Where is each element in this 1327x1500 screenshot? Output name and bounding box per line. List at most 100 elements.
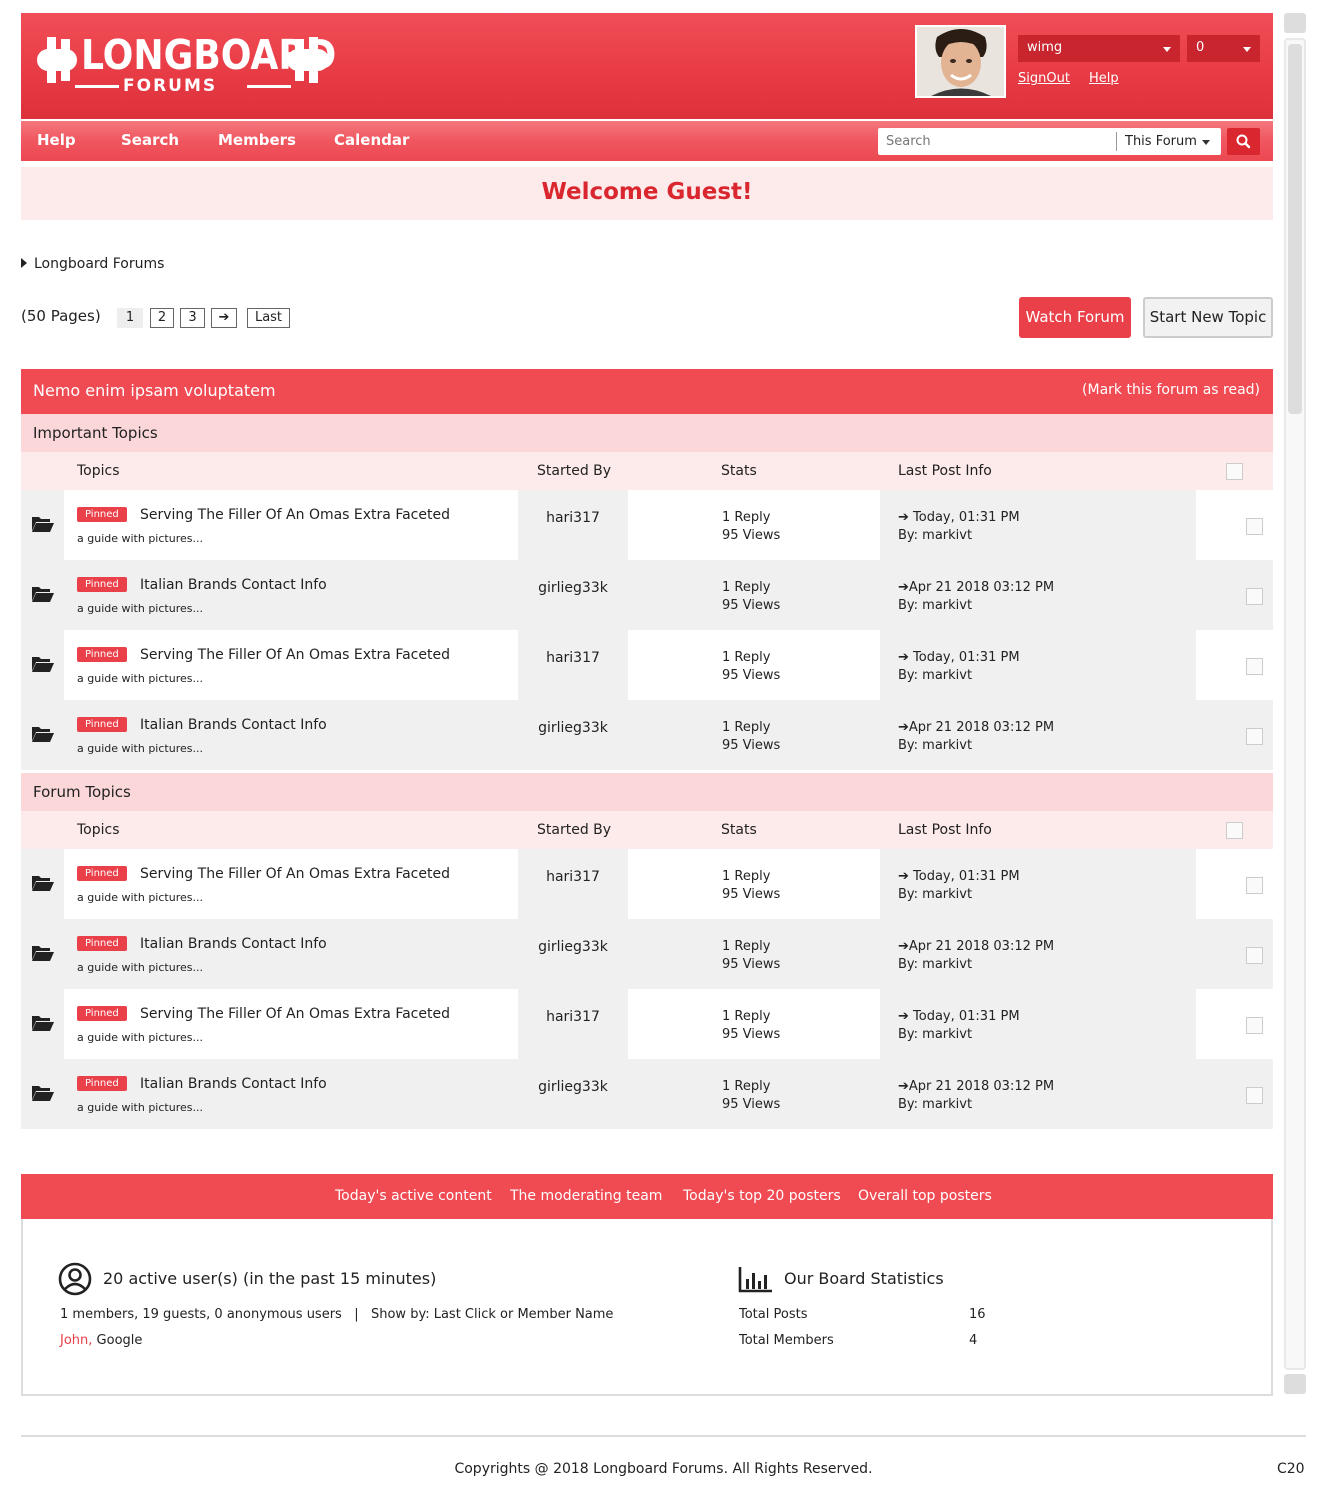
topic-select-checkbox[interactable] — [1246, 877, 1263, 894]
site-logo[interactable]: LONGBOARD FORUMS — [37, 31, 336, 97]
topic-title-link[interactable]: Serving The Filler Of An Omas Extra Face… — [140, 866, 450, 882]
reply-count: 1 Reply — [722, 869, 771, 884]
folder-open-icon — [32, 876, 54, 891]
topic-icon-cell — [21, 560, 64, 630]
topic-icon-cell — [21, 490, 64, 560]
member-link[interactable]: Google — [92, 1333, 143, 1348]
nav-help[interactable]: Help — [37, 131, 76, 149]
topic-cell: Pinned Italian Brands Contact Info a guide… — [64, 919, 518, 989]
page-3[interactable]: 3 — [180, 308, 205, 328]
watch-forum-button[interactable]: Watch Forum — [1019, 297, 1131, 338]
top-20-posters-link[interactable]: Today's top 20 posters — [683, 1188, 841, 1204]
select-all-checkbox[interactable] — [1226, 463, 1243, 480]
page-1[interactable]: 1 — [117, 308, 143, 328]
last-post-cell: ➔ Today, 01:31 PM By: markivt — [880, 849, 1196, 919]
starter-link[interactable]: hari317 — [518, 869, 628, 885]
mark-forum-read-link[interactable]: (Mark this forum as read) — [1082, 382, 1260, 398]
last-post-time-link[interactable]: ➔Apr 21 2018 03:12 PM — [898, 720, 1054, 735]
starter-link[interactable]: hari317 — [518, 650, 628, 666]
last-post-cell: ➔Apr 21 2018 03:12 PM By: markivt — [880, 1059, 1196, 1129]
last-post-time-link[interactable]: ➔Apr 21 2018 03:12 PM — [898, 939, 1054, 954]
last-post-time-link[interactable]: ➔ Today, 01:31 PM — [898, 1009, 1020, 1024]
topic-cell: Pinned Italian Brands Contact Info a guide… — [64, 560, 518, 630]
user-menu-dropdown[interactable]: wimg — [1018, 35, 1180, 62]
view-count: 95 Views — [722, 1097, 781, 1112]
select-all-checkbox[interactable] — [1226, 822, 1243, 839]
stats-cell: 1 Reply 95 Views — [628, 700, 880, 770]
last-page-button[interactable]: Last — [247, 308, 290, 328]
scroll-down-button[interactable] — [1284, 1374, 1306, 1394]
breadcrumb-item[interactable]: Longboard Forums — [34, 256, 164, 272]
topic-select-checkbox[interactable] — [1246, 588, 1263, 605]
topic-icon-cell — [21, 989, 64, 1059]
last-post-time-link[interactable]: ➔ Today, 01:31 PM — [898, 510, 1020, 525]
select-cell — [1196, 919, 1273, 989]
last-post-time-link[interactable]: ➔Apr 21 2018 03:12 PM — [898, 580, 1054, 595]
starter-link[interactable]: girlieg33k — [518, 939, 628, 955]
footer-code: C20 — [1277, 1461, 1305, 1477]
topic-title-link[interactable]: Serving The Filler Of An Omas Extra Face… — [140, 647, 450, 663]
topic-select-checkbox[interactable] — [1246, 947, 1263, 964]
last-post-author[interactable]: By: markivt — [898, 528, 972, 543]
search-button[interactable] — [1227, 128, 1260, 155]
page-2[interactable]: 2 — [150, 308, 174, 328]
overall-top-posters-link[interactable]: Overall top posters — [858, 1188, 992, 1204]
topic-title-link[interactable]: Italian Brands Contact Info — [140, 577, 327, 593]
user-avatar[interactable] — [915, 25, 1006, 98]
table-row[interactable]: Pinned Italian Brands Contact Info a guide… — [21, 700, 1273, 770]
last-post-time-link[interactable]: ➔ Today, 01:31 PM — [898, 869, 1020, 884]
table-row[interactable]: Pinned Italian Brands Contact Info a guide… — [21, 560, 1273, 630]
search-input[interactable] — [886, 134, 1111, 149]
notifications-dropdown[interactable]: 0 — [1187, 35, 1260, 62]
chevron-down-icon — [1202, 140, 1210, 145]
table-row[interactable]: Pinned Serving The Filler Of An Omas Extr… — [21, 630, 1273, 700]
moderating-team-link[interactable]: The moderating team — [510, 1188, 662, 1204]
starter-link[interactable]: girlieg33k — [518, 1079, 628, 1095]
topic-select-checkbox[interactable] — [1246, 518, 1263, 535]
table-row[interactable]: Pinned Serving The Filler Of An Omas Extr… — [21, 490, 1273, 560]
topic-select-checkbox[interactable] — [1246, 658, 1263, 675]
last-post-author[interactable]: By: markivt — [898, 887, 972, 902]
nav-calendar[interactable]: Calendar — [334, 131, 409, 149]
table-row[interactable]: Pinned Italian Brands Contact Info a guide… — [21, 1059, 1273, 1129]
last-post-author[interactable]: By: markivt — [898, 598, 972, 613]
table-row[interactable]: Pinned Serving The Filler Of An Omas Extr… — [21, 989, 1273, 1059]
nav-search[interactable]: Search — [121, 131, 179, 149]
topic-select-checkbox[interactable] — [1246, 1017, 1263, 1034]
scrollbar-thumb[interactable] — [1288, 44, 1302, 414]
starter-link[interactable]: girlieg33k — [518, 580, 628, 596]
topic-cell: Pinned Serving The Filler Of An Omas Extr… — [64, 989, 518, 1059]
last-post-time-link[interactable]: ➔Apr 21 2018 03:12 PM — [898, 1079, 1054, 1094]
topic-select-checkbox[interactable] — [1246, 728, 1263, 745]
starter-link[interactable]: girlieg33k — [518, 720, 628, 736]
last-post-author[interactable]: By: markivt — [898, 738, 972, 753]
topic-title-link[interactable]: Serving The Filler Of An Omas Extra Face… — [140, 507, 450, 523]
last-post-author[interactable]: By: markivt — [898, 1097, 972, 1112]
table-row[interactable]: Pinned Italian Brands Contact Info a guide… — [21, 919, 1273, 989]
nav-members[interactable]: Members — [218, 131, 296, 149]
starter-link[interactable]: hari317 — [518, 1009, 628, 1025]
last-post-time-link[interactable]: ➔ Today, 01:31 PM — [898, 650, 1020, 665]
topic-select-checkbox[interactable] — [1246, 1087, 1263, 1104]
next-page-button[interactable]: ➔ — [211, 308, 237, 328]
pinned-badge: Pinned — [77, 936, 127, 951]
topic-title-link[interactable]: Serving The Filler Of An Omas Extra Face… — [140, 1006, 450, 1022]
last-post-author[interactable]: By: markivt — [898, 668, 972, 683]
starter-link[interactable]: hari317 — [518, 510, 628, 526]
table-row[interactable]: Pinned Serving The Filler Of An Omas Extr… — [21, 849, 1273, 919]
member-link[interactable]: John, — [60, 1333, 92, 1348]
help-link[interactable]: Help — [1089, 71, 1119, 86]
signout-link[interactable]: SignOut — [1018, 71, 1070, 86]
last-post-author[interactable]: By: markivt — [898, 1027, 972, 1042]
view-count: 95 Views — [722, 668, 781, 683]
search-scope-select[interactable]: This Forum — [1116, 132, 1220, 151]
folder-open-icon — [32, 657, 54, 672]
todays-active-content-link[interactable]: Today's active content — [335, 1188, 492, 1204]
topic-title-link[interactable]: Italian Brands Contact Info — [140, 1076, 327, 1092]
scroll-up-button[interactable] — [1284, 13, 1306, 33]
topic-title-link[interactable]: Italian Brands Contact Info — [140, 936, 327, 952]
total-posts-label: Total Posts — [739, 1307, 808, 1322]
last-post-author[interactable]: By: markivt — [898, 957, 972, 972]
start-new-topic-button[interactable]: Start New Topic — [1143, 297, 1273, 338]
topic-title-link[interactable]: Italian Brands Contact Info — [140, 717, 327, 733]
